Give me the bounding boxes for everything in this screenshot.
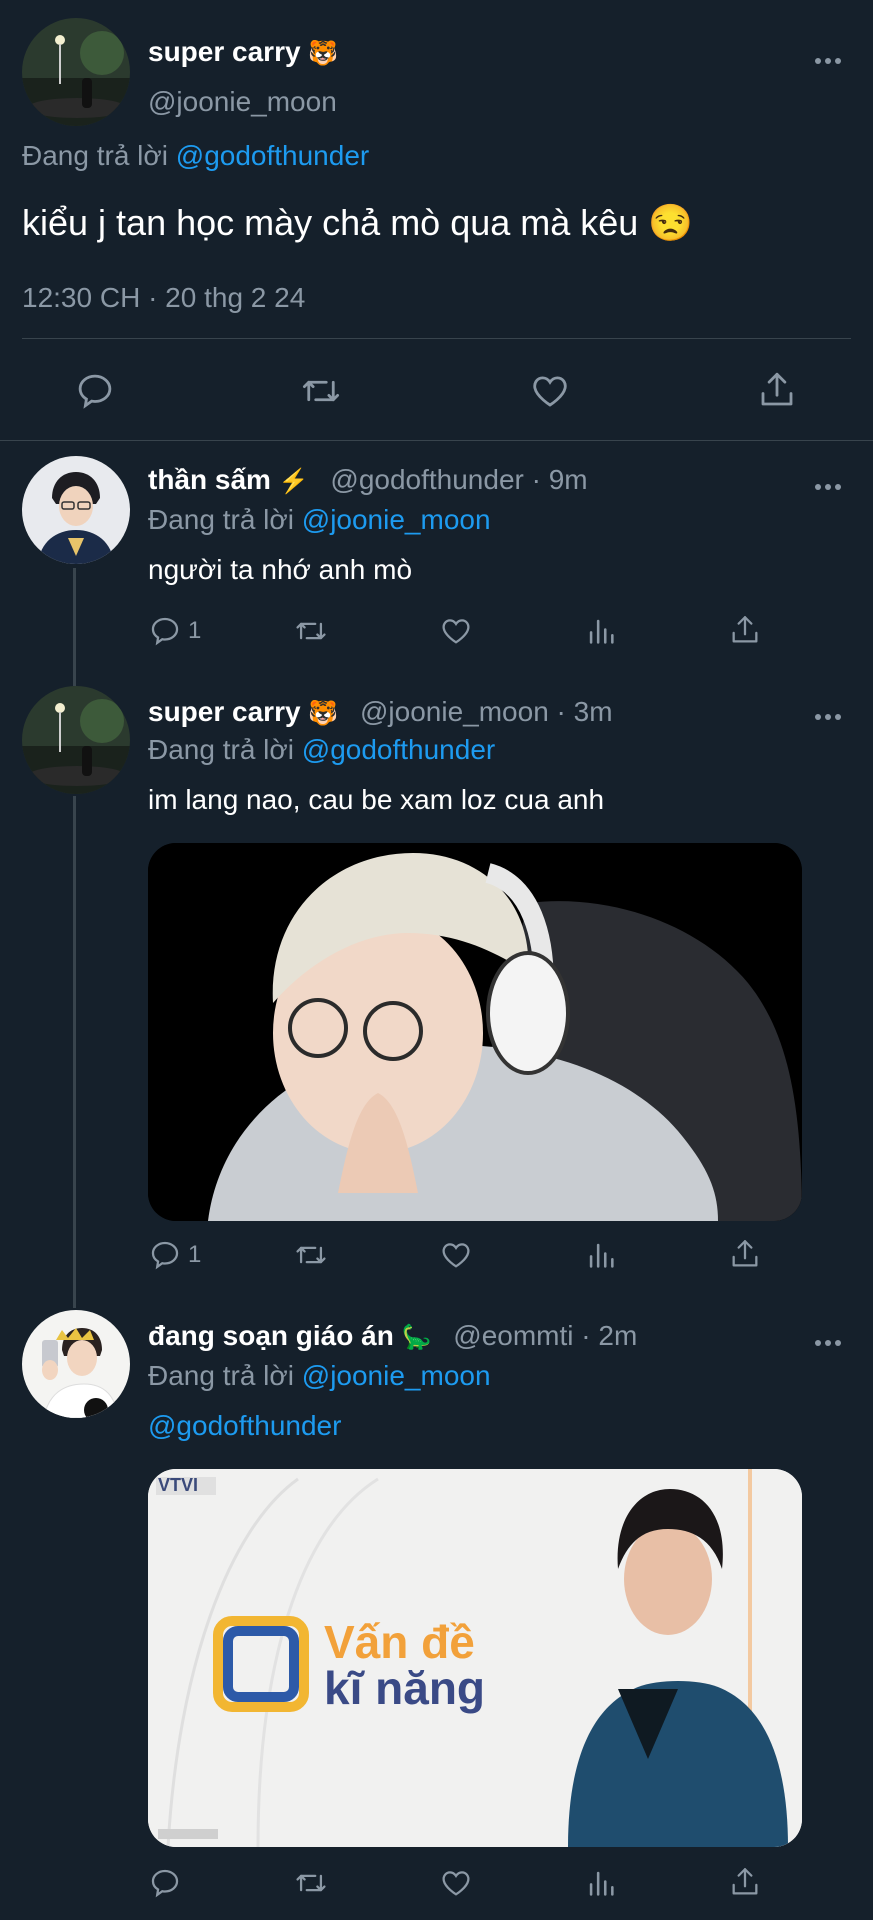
more-options-icon[interactable]	[813, 44, 843, 70]
like-button[interactable]	[528, 370, 572, 412]
analytics-button[interactable]	[584, 614, 618, 648]
share-icon	[732, 1868, 758, 1895]
tweet-text: im lang nao, cau be xam loz cua anh	[148, 784, 605, 815]
tweet-text: kiểu j tan học mày chả mò qua mà kêu 😒	[22, 202, 694, 243]
display-name[interactable]: đang soạn giáo án	[148, 1320, 394, 1351]
heart-icon	[533, 376, 567, 407]
reply-icon	[78, 374, 112, 409]
share-button[interactable]	[728, 612, 762, 648]
retweet-icon	[296, 622, 326, 640]
reply-button[interactable]	[74, 370, 116, 412]
reply-to-link[interactable]: @joonie_moon	[302, 504, 491, 535]
divider	[0, 440, 873, 441]
handle-time[interactable]: @eommti · 2m	[453, 1320, 637, 1351]
display-name[interactable]: super carry	[148, 696, 301, 727]
reply-count: 1	[188, 617, 202, 644]
share-icon	[732, 1240, 758, 1267]
analytics-icon	[589, 1871, 614, 1896]
media-image[interactable]	[148, 843, 802, 1221]
display-name[interactable]: thần sấm	[148, 464, 271, 495]
media-caption-line1: Vấn đề	[324, 1616, 475, 1668]
retweet-icon	[302, 380, 340, 402]
reply-prefix: Đang trả lời	[148, 734, 294, 765]
dinosaur-emoji: 🦕	[401, 1324, 432, 1351]
reply-icon	[151, 1241, 179, 1270]
media-caption-line2: kĩ năng	[324, 1662, 486, 1714]
tiger-emoji: 🐯	[308, 40, 339, 67]
retweet-icon	[296, 1874, 326, 1892]
retweet-button[interactable]	[292, 1238, 330, 1272]
reply-prefix: Đang trả lời	[148, 504, 294, 535]
share-button[interactable]	[728, 1236, 762, 1272]
channel-logo: VTVI	[158, 1475, 199, 1495]
media-image[interactable]: VTVI Vấn đề kĩ năng	[148, 1469, 802, 1847]
divider	[22, 338, 851, 339]
retweet-button[interactable]	[292, 1866, 330, 1900]
reply-prefix: Đang trả lời	[148, 1360, 294, 1391]
analytics-button[interactable]	[584, 1238, 618, 1272]
reply-button[interactable]	[148, 1866, 182, 1900]
reply-count: 1	[188, 1241, 202, 1268]
share-button[interactable]	[728, 1864, 762, 1900]
reply-to-link[interactable]: @joonie_moon	[302, 1360, 491, 1391]
lightning-emoji: ⚡	[278, 468, 309, 495]
share-icon	[732, 616, 758, 643]
share-icon	[761, 372, 793, 406]
analytics-icon	[589, 619, 614, 644]
avatar[interactable]	[22, 456, 130, 564]
avatar[interactable]	[22, 18, 130, 126]
reply-icon	[151, 617, 179, 646]
retweet-button[interactable]	[298, 370, 344, 412]
handle[interactable]: @joonie_moon	[148, 86, 337, 118]
analytics-icon	[589, 1243, 614, 1268]
thread-line	[73, 796, 76, 1308]
heart-icon	[442, 1871, 470, 1896]
reply-icon	[151, 1869, 179, 1898]
more-options-icon[interactable]	[813, 1326, 843, 1352]
thread-line	[73, 568, 76, 686]
more-options-icon[interactable]	[813, 700, 843, 726]
analytics-button[interactable]	[584, 1866, 618, 1900]
handle-time[interactable]: @godofthunder · 9m	[330, 464, 587, 495]
reply-to-link[interactable]: @godofthunder	[302, 734, 495, 765]
like-button[interactable]	[438, 614, 474, 648]
retweet-button[interactable]	[292, 614, 330, 648]
tweet-text: người ta nhớ anh mò	[148, 554, 413, 585]
heart-icon	[442, 1243, 470, 1268]
mention-link[interactable]: @godofthunder	[148, 1410, 341, 1442]
reply-button[interactable]: 1	[148, 614, 201, 648]
retweet-icon	[296, 1246, 326, 1264]
reply-to-link[interactable]: @godofthunder	[176, 140, 369, 171]
timestamp[interactable]: 12:30 CH · 20 thg 2 24	[22, 282, 305, 314]
avatar[interactable]	[22, 1310, 130, 1418]
tiger-emoji: 🐯	[308, 700, 339, 727]
avatar[interactable]	[22, 686, 130, 794]
like-button[interactable]	[438, 1238, 474, 1272]
display-name[interactable]: super carry	[148, 36, 301, 67]
heart-icon	[442, 619, 470, 644]
reply-button[interactable]: 1	[148, 1238, 201, 1272]
share-button[interactable]	[756, 368, 798, 412]
reply-prefix: Đang trả lời	[22, 140, 168, 171]
handle-time[interactable]: @joonie_moon · 3m	[360, 696, 613, 727]
more-options-icon[interactable]	[813, 470, 843, 496]
like-button[interactable]	[438, 1866, 474, 1900]
